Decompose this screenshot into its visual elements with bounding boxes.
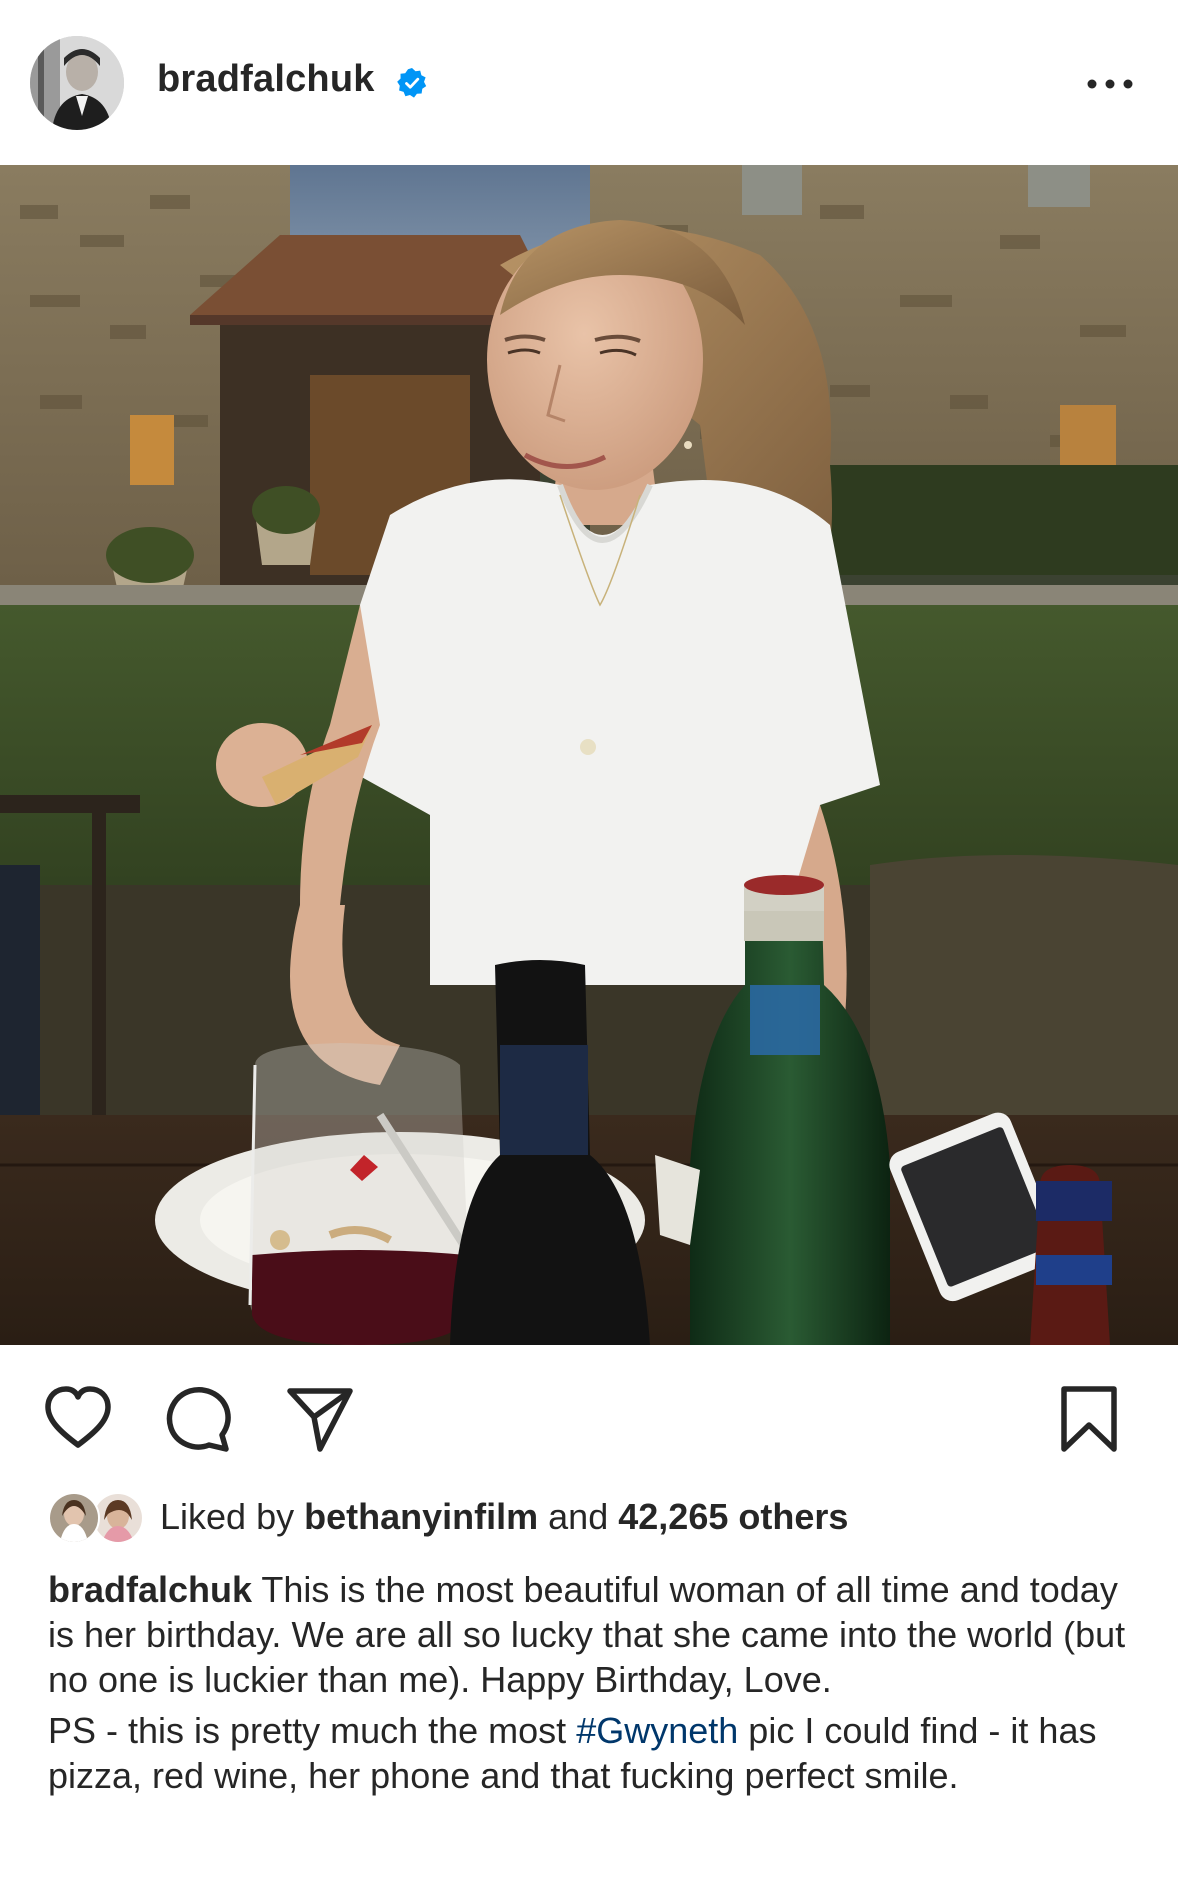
comment-button[interactable] [162,1383,234,1455]
post-photo[interactable] [0,165,1178,1345]
post-header: bradfalchuk [0,0,1178,165]
liker-avatar [48,1492,100,1544]
caption-username[interactable]: bradfalchuk [48,1569,252,1610]
hashtag-link[interactable]: #Gwyneth [576,1710,738,1751]
more-options-icon[interactable] [1082,62,1138,106]
bookmark-icon [1061,1386,1117,1452]
likes-summary[interactable]: Liked by bethanyinfilm and 42,265 others [160,1496,848,1538]
profile-avatar[interactable] [30,36,124,130]
likes-prefix: Liked by [160,1496,295,1537]
save-button[interactable] [1054,1383,1124,1455]
caption-paragraph-1: bradfalchuk This is the most beautiful w… [48,1567,1148,1702]
heart-icon [45,1386,111,1448]
caption-text-2-before: PS - this is pretty much the most [48,1710,567,1751]
like-button[interactable] [42,1383,114,1455]
paper-plane-icon [287,1388,353,1452]
caption-paragraph-2: PS - this is pretty much the most #Gwyne… [48,1708,1148,1798]
liked-by-avatars[interactable] [48,1492,144,1544]
avatar-image [30,36,124,130]
likes-joiner: and [548,1496,609,1537]
post-photo-illustration [0,165,1178,1345]
likes-count[interactable]: 42,265 others [618,1496,848,1537]
post-caption: bradfalchuk This is the most beautiful w… [48,1567,1148,1798]
liker-username[interactable]: bethanyinfilm [304,1496,538,1537]
verified-badge-icon [397,68,427,98]
comment-icon [166,1387,231,1452]
share-button[interactable] [284,1383,356,1455]
post-username[interactable]: bradfalchuk [157,58,375,101]
